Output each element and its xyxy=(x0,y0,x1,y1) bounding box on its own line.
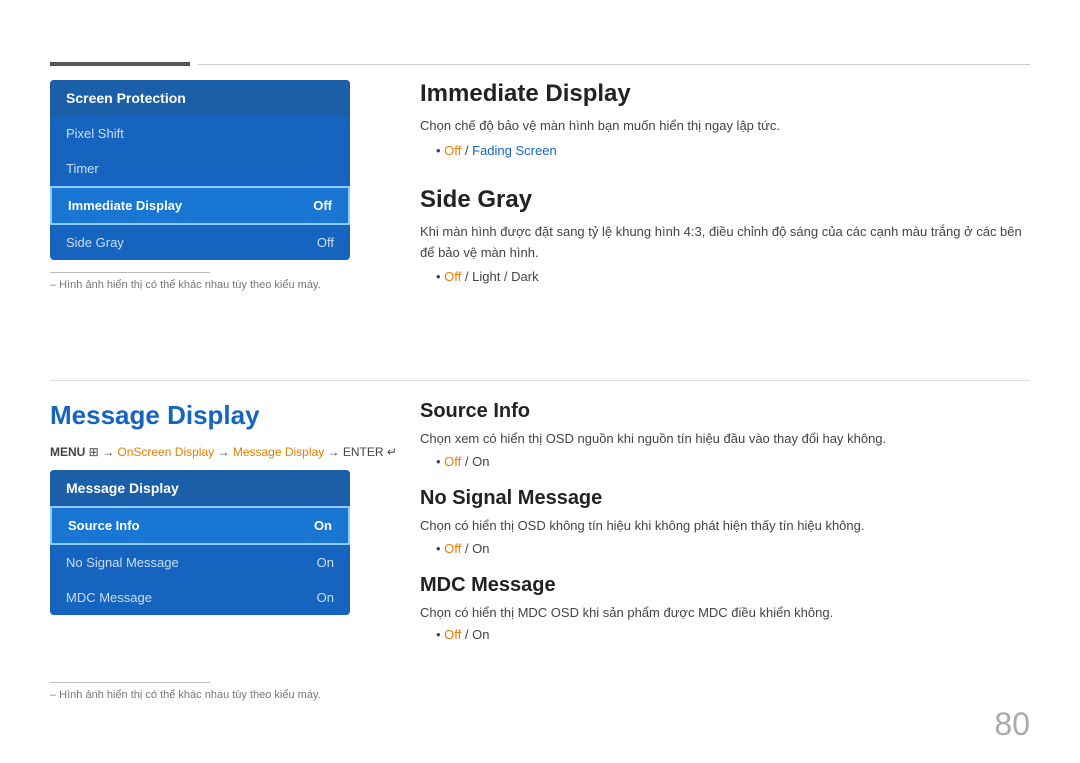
timer-label: Timer xyxy=(66,161,99,176)
no-signal-title: No Signal Message xyxy=(420,487,1030,510)
side-gray-value: Off xyxy=(317,235,334,250)
source-info-title: Source Info xyxy=(420,400,1030,423)
immediate-display-value: Off xyxy=(313,198,332,213)
side-gray-title: Side Gray xyxy=(420,186,1030,214)
immediate-display-desc: Chọn chế độ bảo vệ màn hình bạn muốn hiể… xyxy=(420,116,1030,137)
mdc-slash: / On xyxy=(465,627,490,642)
no-signal-off: Off xyxy=(444,541,461,556)
source-info-value: On xyxy=(314,518,332,533)
menu-item-source-info[interactable]: Source Info On xyxy=(50,506,350,545)
menu-item-immediate-display[interactable]: Immediate Display Off xyxy=(50,186,350,225)
side-gray-slash1: / Light / Dark xyxy=(465,269,539,284)
msg-menu-header: Message Display xyxy=(50,470,350,506)
menu-item-mdc-message[interactable]: MDC Message On xyxy=(50,580,350,615)
breadcrumb-arrow3: → ENTER ↵ xyxy=(328,445,397,459)
mdc-bullets: Off / On xyxy=(420,627,1030,642)
immediate-display-label: Immediate Display xyxy=(68,198,182,213)
right-panel-bottom: Source Info Chọn xem có hiển thị OSD ngu… xyxy=(420,400,1030,660)
message-display-menu-box: Message Display Source Info On No Signal… xyxy=(50,470,350,615)
mdc-off: Off xyxy=(444,627,461,642)
message-display-title: Message Display xyxy=(50,400,260,431)
mdc-message-title: MDC Message xyxy=(420,574,1030,597)
no-signal-label: No Signal Message xyxy=(66,555,179,570)
mdc-message-value: On xyxy=(317,590,334,605)
divider-thin xyxy=(198,64,1030,65)
divider-thick xyxy=(50,62,190,66)
footnote-bottom-text: – Hình ảnh hiển thị có thể khác nhau tùy… xyxy=(50,689,321,701)
immediate-display-title: Immediate Display xyxy=(420,80,1030,108)
breadcrumb-menu-label: MENU xyxy=(50,445,89,459)
right-panel-top: Immediate Display Chọn chế độ bảo vệ màn… xyxy=(420,80,1030,312)
immediate-off: Off xyxy=(444,143,461,158)
screen-protection-menu-box: Screen Protection Pixel Shift Timer Imme… xyxy=(50,80,350,260)
no-signal-value: On xyxy=(317,555,334,570)
source-off: Off xyxy=(444,454,461,469)
mdc-message-label: MDC Message xyxy=(66,590,152,605)
source-info-desc: Chọn xem có hiển thị OSD nguồn khi nguồn… xyxy=(420,429,1030,450)
mdc-bullet: Off / On xyxy=(436,627,1030,642)
menu-item-timer[interactable]: Timer xyxy=(50,151,350,186)
source-info-bullet: Off / On xyxy=(436,454,1030,469)
breadcrumb-message: Message Display xyxy=(233,445,324,459)
no-signal-bullets: Off / On xyxy=(420,541,1030,556)
no-signal-desc: Chọn có hiển thị OSD không tín hiệu khi … xyxy=(420,516,1030,537)
breadcrumb-onscreen: OnScreen Display xyxy=(117,445,214,459)
menu-item-pixel-shift[interactable]: Pixel Shift xyxy=(50,116,350,151)
mdc-desc: Chọn có hiển thị MDC OSD khi sản phẩm đư… xyxy=(420,603,1030,624)
source-info-label: Source Info xyxy=(68,518,140,533)
footnote-top: – Hình ảnh hiển thị có thể khác nhau tùy… xyxy=(50,279,350,291)
fading-screen-link: Fading Screen xyxy=(472,143,557,158)
footnote-line-top xyxy=(50,272,210,273)
breadcrumb-arrow1: → xyxy=(102,445,117,459)
no-signal-slash: / On xyxy=(465,541,490,556)
bottom-divider xyxy=(50,380,1030,381)
source-info-bullets: Off / On xyxy=(420,454,1030,469)
pixel-shift-label: Pixel Shift xyxy=(66,126,124,141)
breadcrumb-arrow2: → xyxy=(217,445,232,459)
breadcrumb: MENU ⊞ → OnScreen Display → Message Disp… xyxy=(50,445,397,459)
footnote-line-bottom xyxy=(50,682,210,683)
immediate-display-bullet-item: Off / Fading Screen xyxy=(436,143,1030,158)
side-gray-bullets: Off / Light / Dark xyxy=(420,269,1030,284)
side-gray-label: Side Gray xyxy=(66,235,124,250)
side-gray-bullet-item: Off / Light / Dark xyxy=(436,269,1030,284)
msg-menu-box-inner: Message Display Source Info On No Signal… xyxy=(50,470,350,615)
menu-item-no-signal[interactable]: No Signal Message On xyxy=(50,545,350,580)
top-dividers xyxy=(50,62,1030,66)
menu-item-side-gray[interactable]: Side Gray Off xyxy=(50,225,350,260)
source-slash: / On xyxy=(465,454,490,469)
side-gray-off: Off xyxy=(444,269,461,284)
screen-protection-panel: Screen Protection Pixel Shift Timer Imme… xyxy=(50,80,350,291)
side-gray-desc: Khi màn hình được đặt sang tỷ lệ khung h… xyxy=(420,222,1030,264)
immediate-display-bullets: Off / Fading Screen xyxy=(420,143,1030,158)
screen-protection-header: Screen Protection xyxy=(50,80,350,116)
page-number: 80 xyxy=(994,706,1030,743)
no-signal-bullet: Off / On xyxy=(436,541,1030,556)
footnote-bottom: – Hình ảnh hiển thị có thể khác nhau tùy… xyxy=(50,670,321,701)
breadcrumb-menu-icon: ⊞ xyxy=(89,445,99,459)
